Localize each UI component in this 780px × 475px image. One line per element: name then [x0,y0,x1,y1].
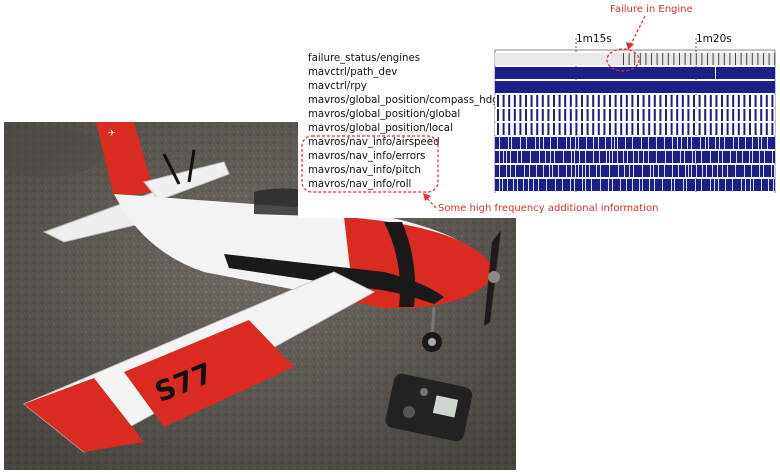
topic-mavctrl-path-dev[interactable]: mavctrl/path_dev [308,66,498,80]
topic-nav-info-pitch[interactable]: mavros/nav_info/pitch [308,164,498,178]
timeline-row [495,95,775,107]
topic-failure-status-engines[interactable]: failure_status/engines [308,52,498,66]
timeline-row [495,109,775,121]
timeline-row [495,67,775,79]
topic-global-position-local[interactable]: mavros/global_position/local [308,122,498,136]
high-frequency-annotation: Some high frequency additional informati… [438,203,659,214]
topic-nav-info-airspeed[interactable]: mavros/nav_info/airspeed [308,136,498,150]
timeline-row [495,137,775,149]
topic-global-position-global[interactable]: mavros/global_position/global [308,108,498,122]
engine-failure-annotation: Failure in Engine [610,4,693,15]
timeline-row [495,81,775,93]
message-timeline[interactable] [493,28,778,193]
topic-compass-hdg[interactable]: mavros/global_position/compass_hdg [308,94,499,108]
topic-nav-info-errors[interactable]: mavros/nav_info/errors [308,150,498,164]
timeline-row [495,179,775,191]
topic-mavctrl-rpy[interactable]: mavctrl/rpy [308,80,498,94]
topic-timeline-panel: 1m15s 1m20s failure_status/engines mavct… [298,28,780,218]
timeline-row [495,53,776,65]
timeline-row [495,165,775,177]
svg-text:✈: ✈ [108,129,116,139]
timeline-row [495,151,775,163]
timeline-row [495,123,775,135]
topic-nav-info-roll[interactable]: mavros/nav_info/roll [308,178,498,192]
